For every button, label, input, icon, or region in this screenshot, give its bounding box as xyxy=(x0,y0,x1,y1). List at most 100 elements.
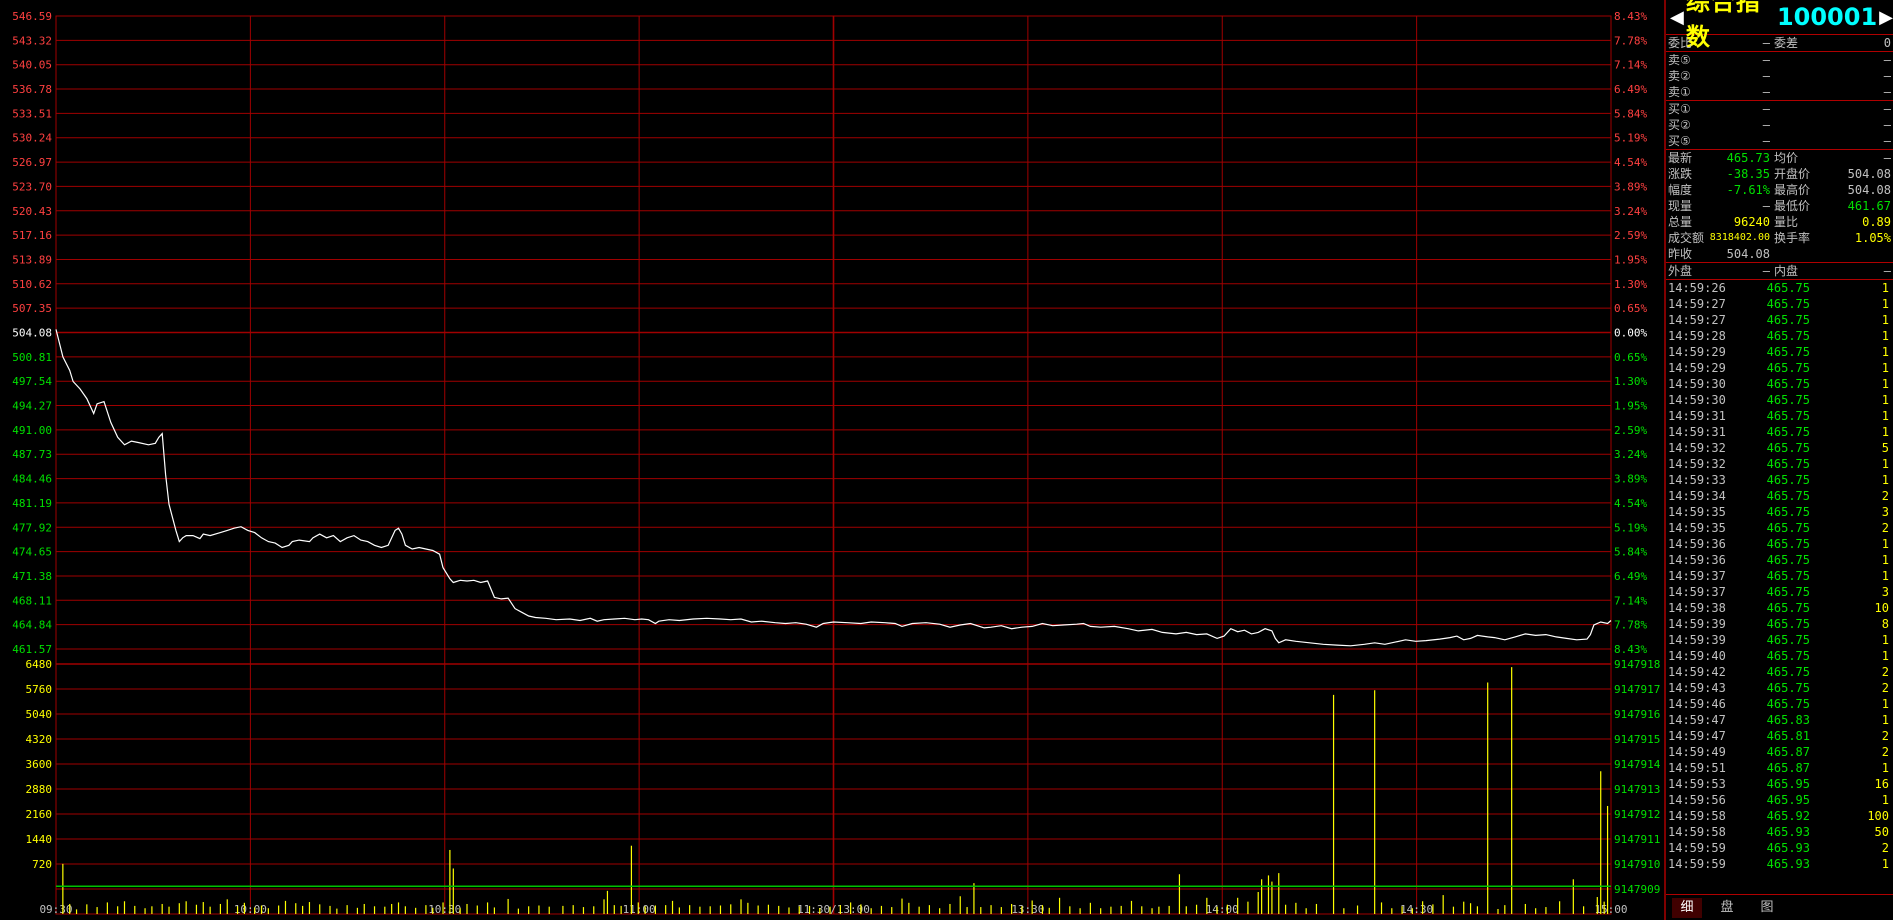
tick-volume: 1 xyxy=(1881,377,1889,391)
tick-price: 465.75 xyxy=(1766,553,1810,567)
tick-volume: 1 xyxy=(1881,409,1889,423)
tick-volume: 1 xyxy=(1881,569,1889,583)
weibi-row: 委比 — 委差 0 xyxy=(1666,35,1893,51)
buy-order-price: — xyxy=(1762,118,1770,132)
quote-label: 成交额 xyxy=(1668,231,1705,245)
tick-price: 465.87 xyxy=(1766,761,1810,775)
tick-row: 14:59:59 465.93 2 xyxy=(1666,840,1893,856)
tick-volume: 1 xyxy=(1881,553,1889,567)
sell-order-row: 卖② — — xyxy=(1666,68,1893,84)
tick-list[interactable]: 14:59:26 465.75 1 14:59:27 465.75 1 14:59:27 46… xyxy=(1666,279,1893,872)
tick-time: 14:59:35 xyxy=(1668,505,1726,519)
tick-row: 14:59:35 465.75 3 xyxy=(1666,504,1893,520)
zuoshou-label: 昨收 xyxy=(1668,247,1693,261)
tick-price: 465.75 xyxy=(1766,617,1810,631)
sell-order-label: 卖① xyxy=(1668,85,1691,99)
volume-tick-label: 5040 xyxy=(26,708,53,721)
quote-label-2: 换手率 xyxy=(1774,231,1811,245)
tick-time: 14:59:49 xyxy=(1668,745,1726,759)
price-tick-label: 536.78 xyxy=(12,83,52,96)
tick-price: 465.75 xyxy=(1766,393,1810,407)
quote-label: 幅度 xyxy=(1668,183,1693,197)
intraday-chart[interactable]: 546.59 543.32 540.05 536.78 533.51 530.24 526.… xyxy=(0,0,1664,920)
index-code: 100001 xyxy=(1776,3,1878,31)
volume-tick-label: 1440 xyxy=(26,833,53,846)
volume-right-tick-label: 9147915 xyxy=(1614,733,1660,746)
tick-row: 14:59:27 465.75 1 xyxy=(1666,296,1893,312)
tick-time: 14:59:36 xyxy=(1668,537,1726,551)
tick-time: 14:59:26 xyxy=(1668,281,1726,295)
panel-tab[interactable]: 细 xyxy=(1672,897,1702,918)
quote-value-2: 504.08 xyxy=(1847,167,1891,181)
tick-row: 14:59:56 465.95 1 xyxy=(1666,792,1893,808)
tick-price: 465.75 xyxy=(1766,377,1810,391)
quote-row: 现量 — 最低价 461.67 xyxy=(1666,198,1893,214)
price-tick-label: 530.24 xyxy=(12,132,52,145)
buy-order-label: 买① xyxy=(1668,102,1691,116)
buy-order-spacer xyxy=(1770,117,1824,133)
weicha-value: 0 xyxy=(1883,36,1891,50)
sell-order-price: — xyxy=(1762,69,1770,83)
tick-row: 14:59:31 465.75 1 xyxy=(1666,424,1893,440)
tick-time: 14:59:53 xyxy=(1668,777,1726,791)
volume-tick-label: 4320 xyxy=(26,733,53,746)
tick-price: 465.75 xyxy=(1766,601,1810,615)
panel-tab[interactable]: 盘 xyxy=(1712,898,1742,918)
tick-volume: 1 xyxy=(1881,313,1889,327)
tick-row: 14:59:47 465.83 1 xyxy=(1666,712,1893,728)
sell-order-row: 卖① — — xyxy=(1666,84,1893,100)
tick-price: 465.75 xyxy=(1766,441,1810,455)
buy-order-volume: — xyxy=(1883,102,1891,116)
buy-order-spacer xyxy=(1770,133,1824,149)
percent-tick-label: 1.95% xyxy=(1614,400,1647,413)
sell-order-spacer xyxy=(1770,68,1824,84)
tick-row: 14:59:37 465.75 1 xyxy=(1666,568,1893,584)
tick-price: 465.87 xyxy=(1766,745,1810,759)
price-tick-label: 526.97 xyxy=(12,156,52,169)
volume-right-tick-label: 9147910 xyxy=(1614,858,1660,871)
tick-volume: 1 xyxy=(1881,649,1889,663)
tick-price: 465.75 xyxy=(1766,585,1810,599)
tick-volume: 1 xyxy=(1881,425,1889,439)
tick-volume: 3 xyxy=(1881,505,1889,519)
tick-row: 14:59:39 465.75 8 xyxy=(1666,616,1893,632)
sell-orders: 卖⑤ — — 卖② — — 卖① — — xyxy=(1666,51,1893,100)
tick-price: 465.75 xyxy=(1766,313,1810,327)
percent-tick-label: 4.54% xyxy=(1614,497,1647,510)
prev-arrow-icon[interactable]: ◀ xyxy=(1670,7,1684,28)
quote-value-2: 504.08 xyxy=(1847,183,1891,197)
percent-tick-label: 3.24% xyxy=(1614,448,1647,461)
tick-row: 14:59:38 465.75 10 xyxy=(1666,600,1893,616)
panel-tab[interactable]: 图 xyxy=(1752,898,1782,918)
volume-right-tick-label: 9147912 xyxy=(1614,808,1660,821)
tick-price: 465.75 xyxy=(1766,281,1810,295)
tick-time: 14:59:33 xyxy=(1668,473,1726,487)
price-tick-label: 468.11 xyxy=(12,594,52,607)
percent-tick-label: 3.89% xyxy=(1614,180,1647,193)
percent-tick-label: 3.24% xyxy=(1614,205,1647,218)
tick-time: 14:59:27 xyxy=(1668,313,1726,327)
tick-price: 465.75 xyxy=(1766,537,1810,551)
buy-order-price: — xyxy=(1762,134,1770,148)
percent-tick-label: 7.78% xyxy=(1614,619,1647,632)
price-tick-label: 504.08 xyxy=(12,327,52,340)
quote-value-2: — xyxy=(1883,151,1891,165)
tick-volume: 1 xyxy=(1881,281,1889,295)
tick-price: 465.75 xyxy=(1766,649,1810,663)
next-arrow-icon[interactable]: ▶ xyxy=(1879,7,1893,28)
tick-time: 14:59:47 xyxy=(1668,713,1726,727)
panel-tabs: 细盘图 xyxy=(1666,894,1893,920)
quote-label: 现量 xyxy=(1668,199,1693,213)
tick-time: 14:59:31 xyxy=(1668,409,1726,423)
time-tick-label: 14:30 xyxy=(1400,903,1433,916)
time-tick-label: 11:00 xyxy=(623,903,656,916)
tick-volume: 100 xyxy=(1867,809,1889,823)
quote-label-2: 最低价 xyxy=(1774,199,1811,213)
tick-volume: 50 xyxy=(1874,825,1889,839)
quote-row: 总量 96240 量比 0.89 xyxy=(1666,214,1893,230)
tick-row: 14:59:49 465.87 2 xyxy=(1666,744,1893,760)
buy-order-spacer xyxy=(1770,101,1824,117)
sell-order-label: 卖⑤ xyxy=(1668,53,1691,67)
quote-stats: 最新 465.73 均价 — 涨跌 -38.35 开盘价 504.08 幅度 -7.61% 最高价 5… xyxy=(1666,149,1893,246)
tick-price: 465.92 xyxy=(1766,809,1810,823)
